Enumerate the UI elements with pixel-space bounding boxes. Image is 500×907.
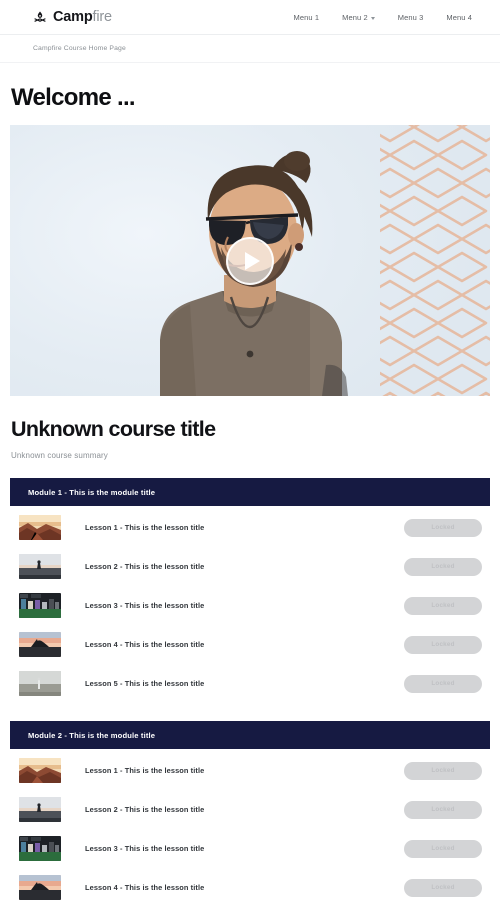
module-title: Module 1 - This is the module title bbox=[28, 487, 156, 497]
chevron-down-icon bbox=[370, 16, 375, 20]
lesson-locked-button[interactable]: Locked bbox=[404, 557, 482, 576]
brand-name-light: fire bbox=[92, 8, 113, 25]
nav-label: Menu 4 bbox=[446, 12, 472, 22]
lesson-thumbnail bbox=[19, 758, 61, 783]
nav-label: Menu 1 bbox=[293, 12, 320, 22]
breadcrumb: Campfire Course Home Page bbox=[0, 35, 500, 63]
lesson-thumbnail bbox=[19, 632, 61, 657]
lesson-row[interactable]: Lesson 1 - This is the lesson title Lock… bbox=[10, 751, 490, 790]
lesson-title: Lesson 4 - This is the lesson title bbox=[85, 640, 205, 649]
lesson-row[interactable]: Lesson 4 - This is the lesson title Lock… bbox=[10, 868, 490, 907]
lesson-list-module-2: Lesson 1 - This is the lesson title Lock… bbox=[10, 749, 490, 907]
course-summary: Unknown course summary bbox=[11, 451, 108, 460]
lesson-thumbnail bbox=[19, 875, 61, 900]
lesson-thumbnail bbox=[19, 593, 61, 618]
lesson-locked-button[interactable]: Locked bbox=[404, 878, 482, 897]
module-header[interactable]: Module 2 - This is the module title bbox=[10, 721, 490, 749]
lesson-row[interactable]: Lesson 2 - This is the lesson title Lock… bbox=[10, 547, 490, 586]
brand-logo[interactable]: Campfire bbox=[33, 10, 112, 25]
lesson-thumbnail bbox=[19, 554, 61, 579]
main-navigation: Menu 1 Menu 2 Menu 3 Menu 4 bbox=[294, 13, 479, 22]
play-triangle bbox=[245, 251, 260, 270]
lesson-thumbnail bbox=[19, 671, 61, 696]
lesson-locked-button[interactable]: Locked bbox=[404, 518, 482, 537]
page-content: Welcome ... Unknown course title Unknown… bbox=[0, 63, 500, 907]
lesson-row[interactable]: Lesson 5 - This is the lesson title Lock… bbox=[10, 664, 490, 703]
nav-label: Menu 3 bbox=[397, 12, 424, 22]
lesson-thumbnail bbox=[19, 797, 61, 822]
lesson-thumbnail bbox=[19, 836, 61, 861]
lesson-locked-button[interactable]: Locked bbox=[404, 674, 482, 693]
lesson-row[interactable]: Lesson 3 - This is the lesson title Lock… bbox=[10, 829, 490, 868]
lesson-title: Lesson 1 - This is the lesson title bbox=[85, 766, 205, 775]
page-title: Welcome ... bbox=[11, 84, 136, 111]
hero-video[interactable] bbox=[10, 125, 490, 396]
lesson-locked-button[interactable]: Locked bbox=[404, 800, 482, 819]
lesson-locked-button[interactable]: Locked bbox=[404, 596, 482, 615]
brand-name-strong: Camp bbox=[53, 8, 93, 25]
lesson-row[interactable]: Lesson 1 - This is the lesson title Lock… bbox=[10, 508, 490, 547]
nav-item-menu-1[interactable]: Menu 1 bbox=[294, 13, 320, 22]
course-title: Unknown course title bbox=[11, 417, 216, 441]
lesson-title: Lesson 2 - This is the lesson title bbox=[85, 805, 205, 814]
lesson-row[interactable]: Lesson 2 - This is the lesson title Lock… bbox=[10, 790, 490, 829]
nav-item-menu-3[interactable]: Menu 3 bbox=[398, 13, 424, 22]
lesson-locked-button[interactable]: Locked bbox=[404, 839, 482, 858]
module-title: Module 2 - This is the module title bbox=[28, 730, 156, 740]
module-header[interactable]: Module 1 - This is the module title bbox=[10, 478, 490, 506]
breadcrumb-item[interactable]: Campfire Course Home Page bbox=[33, 45, 126, 52]
lesson-locked-button[interactable]: Locked bbox=[404, 635, 482, 654]
lesson-title: Lesson 3 - This is the lesson title bbox=[85, 601, 205, 610]
brand-wordmark: Campfire bbox=[53, 10, 112, 25]
lesson-row[interactable]: Lesson 4 - This is the lesson title Lock… bbox=[10, 625, 490, 664]
lesson-title: Lesson 5 - This is the lesson title bbox=[85, 679, 205, 688]
campfire-icon bbox=[33, 10, 47, 24]
lesson-list-module-1: Lesson 1 - This is the lesson title Lock… bbox=[10, 506, 490, 703]
nav-item-menu-2[interactable]: Menu 2 bbox=[342, 13, 375, 22]
play-icon[interactable] bbox=[226, 236, 274, 285]
nav-label: Menu 2 bbox=[342, 12, 368, 22]
site-header: Campfire Menu 1 Menu 2 Menu 3 Menu 4 bbox=[0, 0, 500, 35]
nav-item-menu-4[interactable]: Menu 4 bbox=[446, 13, 472, 22]
lesson-title: Lesson 1 - This is the lesson title bbox=[85, 523, 205, 532]
lesson-thumbnail bbox=[19, 515, 61, 540]
lesson-title: Lesson 2 - This is the lesson title bbox=[85, 562, 205, 571]
lesson-locked-button[interactable]: Locked bbox=[404, 761, 482, 780]
lesson-row[interactable]: Lesson 3 - This is the lesson title Lock… bbox=[10, 586, 490, 625]
lesson-title: Lesson 3 - This is the lesson title bbox=[85, 844, 205, 853]
